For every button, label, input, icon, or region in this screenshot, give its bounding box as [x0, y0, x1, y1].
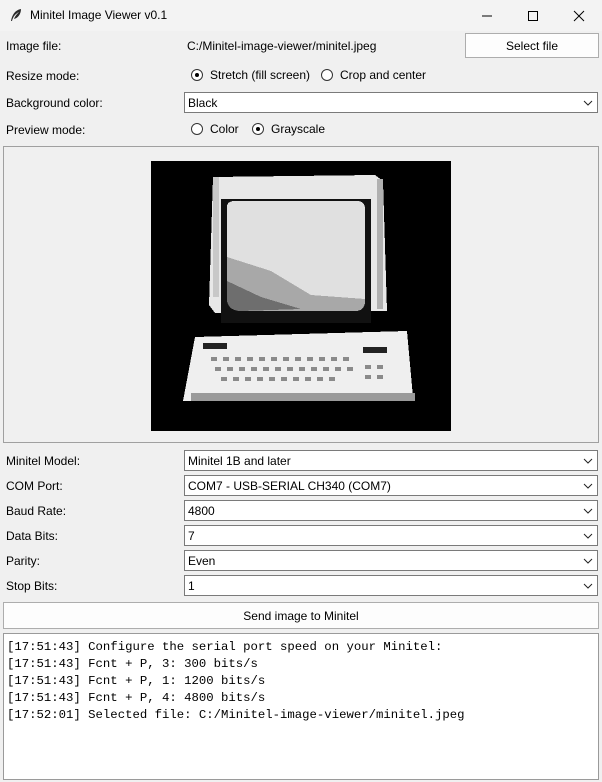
data-bits-select[interactable]: 7 [184, 525, 598, 546]
minitel-model-label: Minitel Model: [6, 454, 81, 468]
preview-mode-label: Preview mode: [6, 123, 86, 137]
minitel-model-value: Minitel 1B and later [188, 453, 291, 468]
chevron-down-icon [579, 558, 597, 564]
baud-rate-value: 4800 [188, 503, 215, 518]
chevron-down-icon [579, 533, 597, 539]
parity-label: Parity: [6, 554, 41, 568]
log-line: [17:51:43] Fcnt + P, 3: 300 bits/s [7, 657, 258, 671]
radio-unselected-icon [191, 123, 203, 135]
preview-color-radio[interactable]: Color [191, 122, 239, 136]
window-title: Minitel Image Viewer v0.1 [30, 8, 168, 22]
com-port-value: COM7 - USB-SERIAL CH340 (COM7) [188, 478, 391, 493]
chevron-down-icon [579, 508, 597, 514]
stop-bits-select[interactable]: 1 [184, 575, 598, 596]
resize-crop-label: Crop and center [340, 68, 427, 82]
com-port-label: COM Port: [6, 479, 63, 493]
radio-selected-icon [191, 69, 203, 81]
log-line: [17:51:43] Fcnt + P, 1: 1200 bits/s [7, 674, 266, 688]
preview-grayscale-radio[interactable]: Grayscale [252, 122, 325, 136]
chevron-down-icon [579, 483, 597, 489]
parity-select[interactable]: Even [184, 550, 598, 571]
minimize-icon[interactable] [464, 0, 510, 31]
preview-grayscale-label: Grayscale [271, 122, 326, 136]
baud-rate-label: Baud Rate: [6, 504, 67, 518]
preview-image [151, 161, 451, 431]
resize-crop-radio[interactable]: Crop and center [321, 68, 426, 82]
resize-stretch-label: Stretch (fill screen) [210, 68, 311, 82]
radio-selected-icon [252, 123, 264, 135]
log-line: [17:51:43] Fcnt + P, 4: 4800 bits/s [7, 691, 266, 705]
image-file-label: Image file: [6, 39, 62, 53]
chevron-down-icon [579, 458, 597, 464]
minitel-model-select[interactable]: Minitel 1B and later [184, 450, 598, 471]
background-color-select[interactable]: Black [184, 92, 598, 113]
stop-bits-label: Stop Bits: [6, 579, 58, 593]
data-bits-label: Data Bits: [6, 529, 59, 543]
background-color-label: Background color: [6, 96, 103, 110]
stop-bits-value: 1 [188, 578, 195, 593]
preview-color-label: Color [210, 122, 239, 136]
image-file-path: C:/Minitel-image-viewer/minitel.jpeg [187, 39, 377, 53]
data-bits-value: 7 [188, 528, 195, 543]
feather-icon [8, 7, 24, 23]
com-port-select[interactable]: COM7 - USB-SERIAL CH340 (COM7) [184, 475, 598, 496]
close-icon[interactable] [556, 0, 602, 31]
chevron-down-icon [579, 583, 597, 589]
radio-unselected-icon [321, 69, 333, 81]
log-line: [17:52:01] Selected file: C:/Minitel-ima… [7, 708, 465, 722]
send-image-button[interactable]: Send image to Minitel [3, 602, 599, 629]
parity-value: Even [188, 553, 216, 568]
maximize-icon[interactable] [510, 0, 556, 31]
chevron-down-icon [579, 100, 597, 106]
resize-stretch-radio[interactable]: Stretch (fill screen) [191, 68, 310, 82]
log-line: [17:51:43] Configure the serial port spe… [7, 640, 443, 654]
resize-mode-label: Resize mode: [6, 69, 80, 83]
select-file-button[interactable]: Select file [465, 33, 599, 58]
baud-rate-select[interactable]: 4800 [184, 500, 598, 521]
background-color-value: Black [188, 95, 218, 110]
log-output[interactable]: [17:51:43] Configure the serial port spe… [3, 633, 599, 780]
